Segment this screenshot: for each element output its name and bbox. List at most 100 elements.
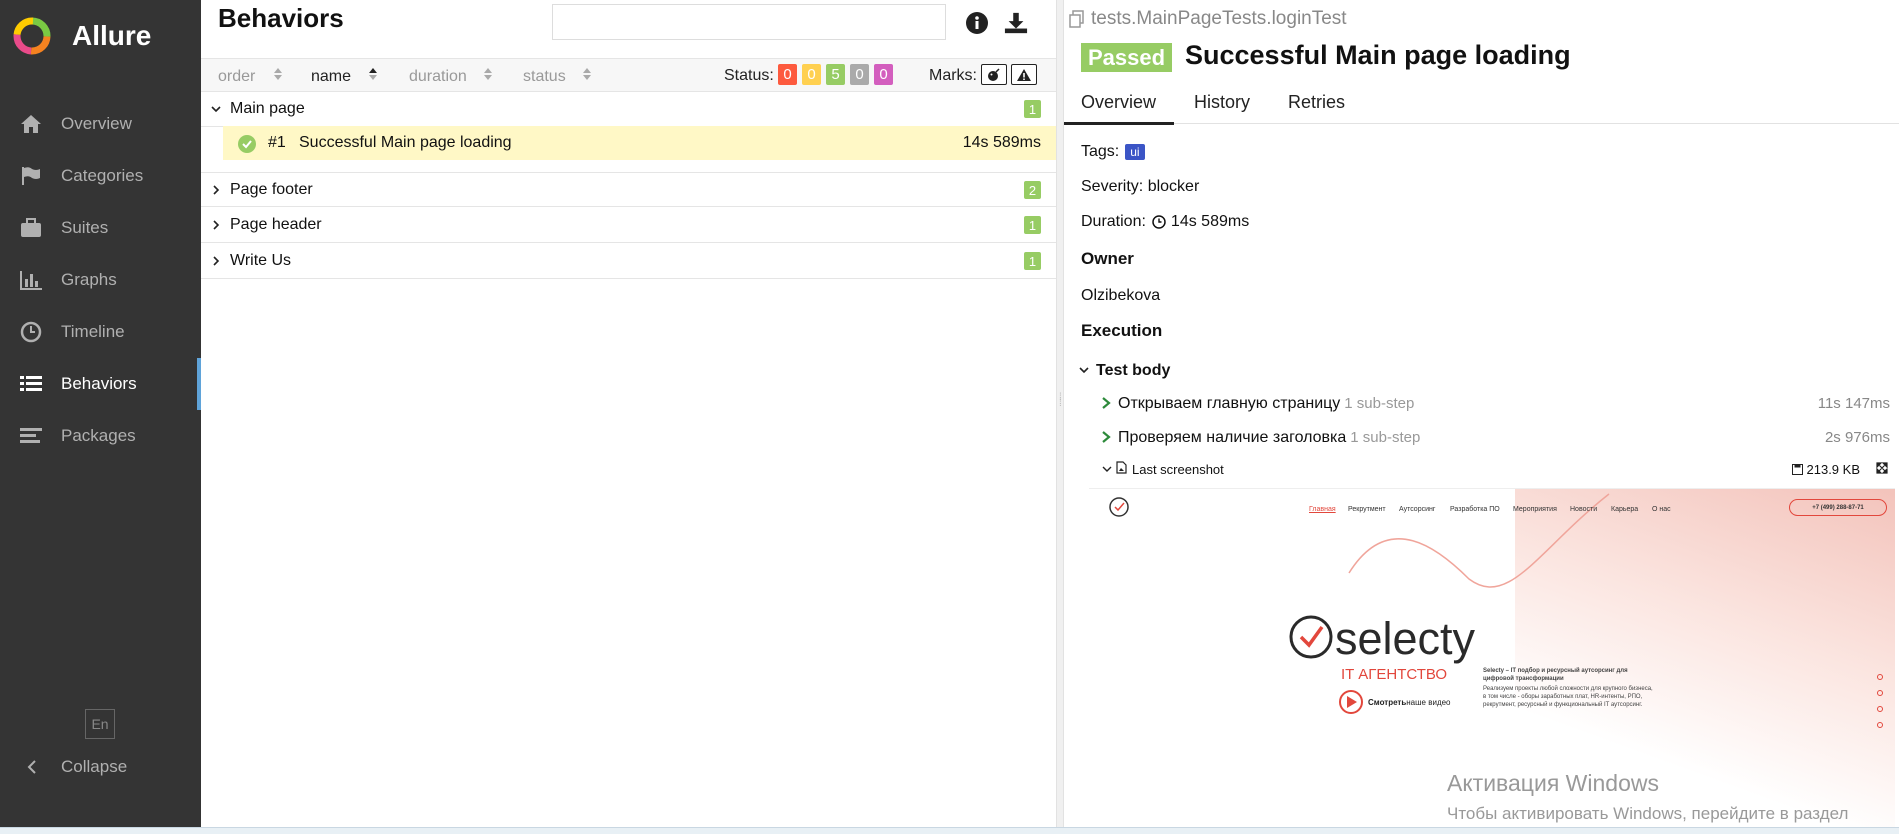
attachment-size-row: 213.9 KB — [1791, 462, 1861, 477]
screenshot-slider-dot — [1877, 706, 1883, 712]
screenshot-nav-item: Рекрутмент — [1348, 506, 1386, 513]
sidebar-item-categories[interactable]: Categories — [0, 150, 201, 202]
sidebar-item-timeline[interactable]: Timeline — [0, 306, 201, 358]
attachment-row[interactable]: Last screenshot 213.9 KB — [1100, 459, 1890, 481]
brand[interactable]: Allure — [12, 16, 151, 56]
sidebar-item-label: Graphs — [61, 270, 117, 289]
windows-activation-subtitle: Чтобы активировать Windows, перейдите в … — [1447, 804, 1849, 823]
tab-retries[interactable]: Retries — [1288, 92, 1345, 113]
sort-arrows-icon — [273, 67, 283, 86]
sidebar-item-suites[interactable]: Suites — [0, 202, 201, 254]
behavior-group-page-footer[interactable]: Page footer 2 — [201, 172, 1056, 207]
tags-row: Tags: ui — [1081, 143, 1145, 161]
bar-chart-icon — [19, 268, 43, 292]
tags-label: Tags: — [1081, 143, 1120, 160]
sort-duration[interactable]: duration — [409, 67, 493, 86]
collapse-button[interactable]: Collapse — [20, 752, 127, 782]
sidebar-item-overview[interactable]: Overview — [0, 98, 201, 150]
flaky-mark-toggle[interactable] — [981, 64, 1007, 85]
sort-status[interactable]: status — [523, 67, 592, 86]
status-broken-badge[interactable]: 0 — [802, 64, 821, 85]
screenshot-desc-bold: Selecty – IT подбор и ресурсный аутсорси… — [1483, 668, 1628, 682]
step-title: Открываем главную страницу — [1118, 395, 1341, 412]
status-failed-badge[interactable]: 0 — [778, 64, 797, 85]
behavior-group-main-page[interactable]: Main page 1 — [201, 92, 1056, 127]
status-unknown-badge[interactable]: 0 — [874, 64, 893, 85]
detail-tabs: Overview History Retries — [1064, 86, 1899, 125]
group-count-badge: 1 — [1024, 216, 1041, 234]
sort-arrows-icon — [483, 67, 493, 86]
test-title: Successful Main page loading — [1185, 40, 1571, 70]
test-path: tests.MainPageTests.loginTest — [1069, 8, 1347, 30]
new-failed-mark-toggle[interactable] — [1011, 64, 1037, 85]
tag-badge[interactable]: ui — [1125, 144, 1145, 160]
search-input[interactable] — [552, 4, 946, 40]
home-icon — [19, 112, 43, 136]
sidebar-item-label: Packages — [61, 426, 136, 445]
step-name: Открываем главную страницу 1 sub-step — [1118, 395, 1414, 413]
step-row[interactable]: Проверяем наличие заголовка 1 sub-step 2s… — [1100, 427, 1890, 451]
sort-order[interactable]: order — [218, 67, 283, 86]
download-icon[interactable] — [1004, 11, 1028, 35]
screenshot-desc-text: Реализуем проекты любой сложности для кр… — [1483, 686, 1653, 708]
attachment-screenshot[interactable]: Главная Рекрутмент Аутсорсинг Разработка… — [1089, 488, 1895, 827]
marks-filter-label: Marks: — [929, 67, 977, 84]
group-name: Page footer — [230, 181, 313, 198]
sort-name[interactable]: name — [311, 67, 378, 86]
sidebar: Allure Overview Categories Suites Graphs… — [0, 0, 201, 827]
attachment-size: 213.9 KB — [1806, 462, 1861, 477]
screenshot-slider-dot — [1877, 722, 1883, 728]
test-body-toggle[interactable]: Test body — [1078, 360, 1868, 384]
sort-status-label: status — [523, 67, 566, 85]
step-name: Проверяем наличие заголовка 1 sub-step — [1118, 429, 1420, 447]
status-passed-badge[interactable]: 5 — [826, 64, 845, 85]
sidebar-item-label: Timeline — [61, 322, 125, 341]
sidebar-item-label: Behaviors — [61, 374, 137, 393]
copy-icon[interactable] — [1069, 10, 1085, 28]
sidebar-item-label: Suites — [61, 218, 109, 237]
status-skipped-badge[interactable]: 0 — [850, 64, 869, 85]
screenshot-slider-dot — [1877, 690, 1883, 696]
clock-icon — [1152, 215, 1166, 229]
step-row[interactable]: Открываем главную страницу 1 sub-step 11s… — [1100, 393, 1890, 417]
test-full-name: tests.MainPageTests.loginTest — [1091, 8, 1347, 29]
screenshot-description: Selecty – IT подбор и ресурсный аутсорси… — [1483, 667, 1653, 709]
behaviors-pane: Behaviors order name duration status Sta… — [201, 0, 1056, 827]
behavior-group-page-header[interactable]: Page header 1 — [201, 208, 1056, 243]
tab-history[interactable]: History — [1194, 92, 1250, 113]
info-icon[interactable] — [965, 11, 989, 35]
expand-icon[interactable] — [1876, 462, 1888, 477]
behavior-group-write-us[interactable]: Write Us 1 — [201, 244, 1056, 279]
sort-name-label: name — [311, 67, 352, 85]
status-filter-label: Status: — [724, 67, 774, 84]
attachment-name: Last screenshot — [1132, 462, 1224, 477]
tab-overview[interactable]: Overview — [1064, 92, 1175, 125]
screenshot-nav-item: Мероприятия — [1513, 506, 1557, 513]
sort-duration-label: duration — [409, 67, 467, 85]
duration-value: 14s 589ms — [1170, 213, 1250, 230]
test-body-label: Test body — [1096, 362, 1171, 379]
chevron-down-icon — [1102, 462, 1112, 477]
bomb-icon — [988, 67, 1000, 81]
collapse-label: Collapse — [61, 757, 128, 776]
sidebar-nav: Overview Categories Suites Graphs Timeli… — [0, 98, 201, 462]
sidebar-item-label: Overview — [61, 114, 132, 133]
chevron-down-icon — [1078, 363, 1090, 381]
test-row[interactable]: #1 Successful Main page loading 14s 589m… — [223, 126, 1056, 160]
sidebar-item-packages[interactable]: Packages — [0, 410, 201, 462]
group-count-badge: 2 — [1024, 181, 1041, 199]
language-selector[interactable]: En — [85, 709, 115, 739]
screenshot-logo-text: selecty — [1335, 613, 1476, 664]
allure-logo-icon — [13, 17, 51, 55]
page-title: Behaviors — [218, 3, 344, 33]
group-name: Write Us — [230, 252, 292, 269]
pane-splitter[interactable]: ⁞ ⁞ — [1056, 0, 1064, 827]
screenshot-nav-item: О нас — [1652, 506, 1671, 513]
warning-icon — [1017, 68, 1031, 81]
severity: Severity: blocker — [1081, 178, 1200, 195]
sidebar-item-graphs[interactable]: Graphs — [0, 254, 201, 306]
windows-activation-title: Активация Windows — [1447, 770, 1659, 796]
chevron-right-icon — [210, 254, 222, 272]
sidebar-item-behaviors[interactable]: Behaviors — [0, 358, 201, 410]
duration-label: Duration: — [1081, 213, 1146, 230]
